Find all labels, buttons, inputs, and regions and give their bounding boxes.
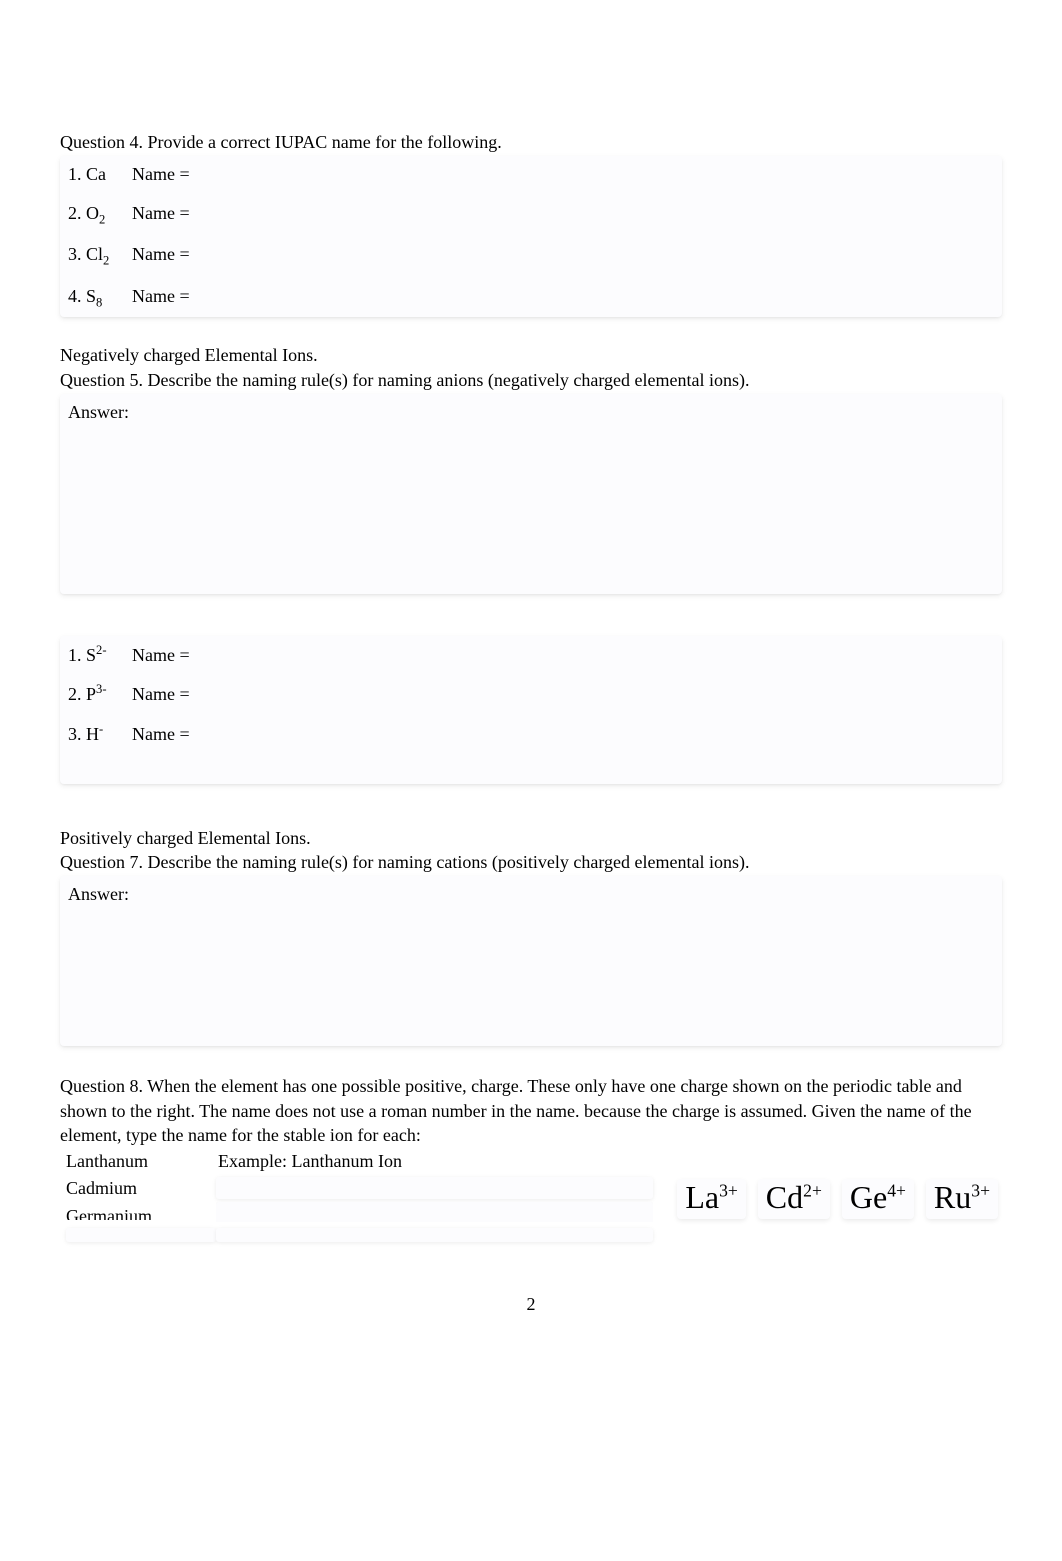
q6-answer-box[interactable]: 1. S2- Name = 2. P3- Name = 3. H- Name = bbox=[60, 636, 1002, 784]
q5-answer-label: Answer: bbox=[68, 400, 994, 424]
q8-ion-cd: Cd2+ bbox=[758, 1179, 830, 1219]
q4-item-1-formula: 1. Ca bbox=[68, 162, 114, 186]
q4-item-3-formula: 3. Cl2 bbox=[68, 242, 114, 270]
q8-ion-la: La3+ bbox=[677, 1179, 745, 1219]
q4-item-1: 1. Ca Name = bbox=[68, 162, 994, 186]
q7-answer-box[interactable]: Answer: bbox=[60, 876, 1002, 1046]
q6-item-3-formula: 3. H- bbox=[68, 721, 114, 746]
q6-item-3-label: Name = bbox=[132, 722, 190, 746]
q8-ion-ru: Ru3+ bbox=[926, 1179, 998, 1219]
q8-row-1-example: Example: Lanthanum Ion bbox=[216, 1149, 653, 1173]
q4-item-4-label: Name = bbox=[132, 284, 190, 308]
q8-ion-chips: La3+ Cd2+ Ge4+ Ru3+ bbox=[677, 1149, 1002, 1219]
q5-prompt: Question 5. Describe the naming rule(s) … bbox=[60, 368, 1002, 392]
q6-item-1-formula: 1. S2- bbox=[68, 642, 114, 667]
q4-item-4: 4. S8 Name = bbox=[68, 284, 994, 312]
q5-answer-box[interactable]: Answer: bbox=[60, 394, 1002, 594]
q7-answer-label: Answer: bbox=[68, 882, 994, 906]
q7-prompt: Question 7. Describe the naming rule(s) … bbox=[60, 850, 1002, 874]
q4-items: 1. Ca Name = 2. O2 Name = 3. Cl2 Name = … bbox=[68, 162, 994, 311]
q4-answer-box[interactable]: 1. Ca Name = 2. O2 Name = 3. Cl2 Name = … bbox=[60, 156, 1002, 317]
q8-ion-ge: Ge4+ bbox=[842, 1179, 914, 1219]
q6-item-2-formula: 2. P3- bbox=[68, 681, 114, 706]
q4-item-1-label: Name = bbox=[132, 162, 190, 186]
q4-prompt: Question 4. Provide a correct IUPAC name… bbox=[60, 130, 1002, 154]
anions-heading: Negatively charged Elemental Ions. bbox=[60, 343, 1002, 367]
q4-item-3-label: Name = bbox=[132, 242, 190, 266]
page-number: 2 bbox=[60, 1292, 1002, 1316]
q8-prompt: Question 8. When the element has one pos… bbox=[60, 1074, 1002, 1147]
q4-item-3: 3. Cl2 Name = bbox=[68, 242, 994, 270]
q6-items: 1. S2- Name = 2. P3- Name = 3. H- Name = bbox=[68, 642, 994, 778]
q4-item-2: 2. O2 Name = bbox=[68, 201, 994, 229]
q8-row-3-input[interactable] bbox=[216, 1202, 653, 1222]
q4-item-4-formula: 4. S8 bbox=[68, 284, 114, 312]
q8-left-table: Lanthanum Example: Lanthanum Ion Cadmium… bbox=[60, 1149, 653, 1242]
q6-item-1-label: Name = bbox=[132, 643, 190, 667]
q6-item-2: 2. P3- Name = bbox=[68, 681, 994, 706]
q8-row-3-name: Germanium bbox=[66, 1204, 216, 1220]
q4-item-2-formula: 2. O2 bbox=[68, 201, 114, 229]
q6-item-3: 3. H- Name = bbox=[68, 721, 994, 746]
q8-extra-input-b[interactable] bbox=[216, 1228, 653, 1242]
q8-row-2-input[interactable] bbox=[216, 1177, 653, 1199]
q8-extra-input-a[interactable] bbox=[66, 1228, 216, 1242]
q6-item-2-label: Name = bbox=[132, 682, 190, 706]
q8-row-2-name: Cadmium bbox=[66, 1176, 216, 1200]
cations-heading: Positively charged Elemental Ions. bbox=[60, 826, 1002, 850]
q8-row-1-name: Lanthanum bbox=[66, 1149, 216, 1173]
q6-item-1: 1. S2- Name = bbox=[68, 642, 994, 667]
q4-item-2-label: Name = bbox=[132, 201, 190, 225]
